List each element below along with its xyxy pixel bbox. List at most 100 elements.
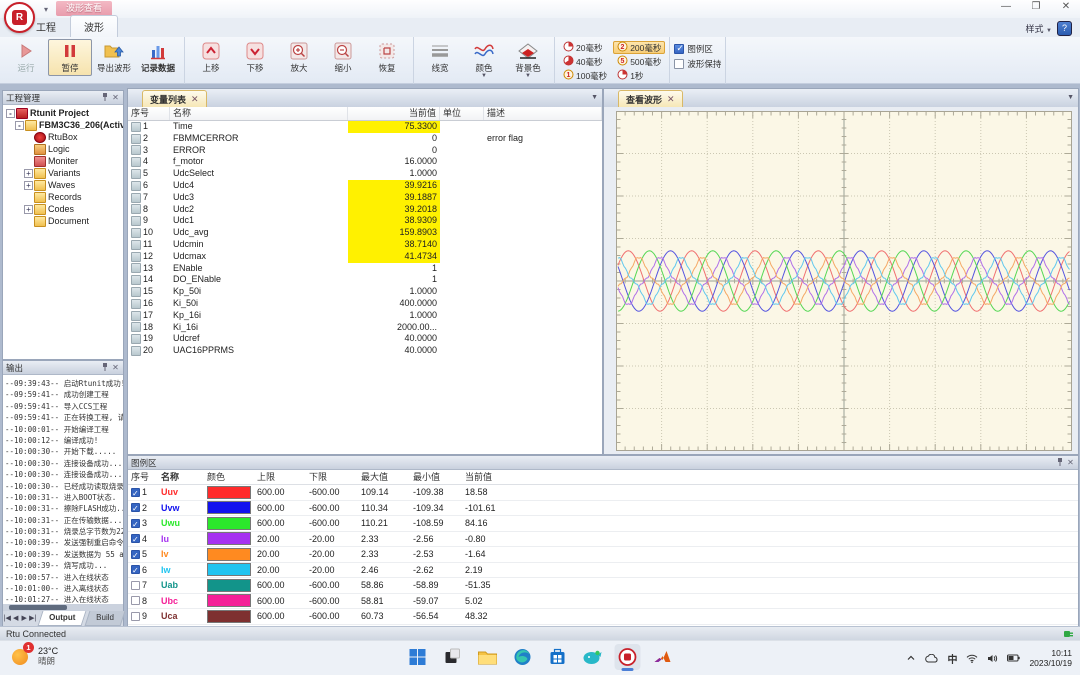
legend-row-Uuv[interactable]: 1Uuv600.00-600.00109.14-109.3818.58: [128, 485, 1078, 501]
time-button-1秒[interactable]: 1秒: [613, 69, 665, 82]
output-log[interactable]: --09:39:43-- 启动Rtunit成功!--09:59:41-- 成功创…: [3, 375, 123, 604]
column-header-最小值[interactable]: 最小值: [410, 470, 462, 484]
table-row[interactable]: 1Time75.3300: [128, 121, 602, 133]
legend-checkbox-icon[interactable]: [131, 534, 140, 543]
table-row[interactable]: 14DO_ENable1: [128, 274, 602, 286]
output-hscrollbar[interactable]: [3, 604, 123, 611]
taskbar-icon-matlab[interactable]: [650, 644, 676, 670]
checkbox-icon[interactable]: [674, 44, 684, 54]
tree-item-FBM3C36-206-Active-Proj[interactable]: -FBM3C36_206(Active Proj: [3, 119, 123, 131]
ribbon-button-线宽[interactable]: 线宽: [418, 39, 462, 76]
close-panel-icon[interactable]: ✕: [111, 93, 120, 102]
ribbon-button-颜色[interactable]: 颜色▼: [462, 39, 506, 80]
legend-checkbox-icon[interactable]: [131, 596, 140, 605]
output-tab-Output[interactable]: Output: [38, 611, 87, 626]
legend-checkbox-icon[interactable]: [131, 519, 140, 528]
quick-access-dropdown-icon[interactable]: ▾: [44, 5, 48, 14]
tree-expander-icon[interactable]: +: [24, 169, 33, 178]
column-header-上限[interactable]: 上限: [254, 470, 306, 484]
legend-row-Uwu[interactable]: 3Uwu600.00-600.00110.21-108.5984.16: [128, 516, 1078, 532]
column-header-最大值[interactable]: 最大值: [358, 470, 410, 484]
taskbar-icon-explorer[interactable]: [475, 644, 501, 670]
column-header-描述[interactable]: 描述: [484, 107, 602, 120]
tab-view-waveform[interactable]: 查看波形✕: [618, 90, 683, 107]
table-row[interactable]: 11Udcmin38.7140: [128, 239, 602, 251]
column-header-颜色[interactable]: 颜色: [204, 470, 254, 484]
table-row[interactable]: 15Kp_50i1.0000: [128, 286, 602, 298]
taskbar-icon-whale[interactable]: [580, 644, 606, 670]
waveform-plot[interactable]: [616, 111, 1072, 451]
legend-checkbox-icon[interactable]: [131, 581, 140, 590]
close-panel-icon[interactable]: ✕: [111, 363, 120, 372]
log-nav-button[interactable]: ▶: [20, 611, 29, 626]
legend-checkbox-icon[interactable]: [131, 565, 140, 574]
taskbar-icon-edge[interactable]: [510, 644, 536, 670]
volume-icon[interactable]: [987, 654, 998, 663]
app-logo-icon[interactable]: R: [4, 2, 35, 33]
tree-item-Logic[interactable]: Logic: [3, 143, 123, 155]
time-button-20毫秒[interactable]: 20毫秒: [559, 41, 611, 54]
ribbon-button-下移[interactable]: 下移: [233, 39, 277, 76]
table-row[interactable]: 9Udc138.9309: [128, 215, 602, 227]
column-header-名称[interactable]: 名称: [158, 470, 204, 484]
close-tab-icon[interactable]: ✕: [667, 94, 675, 105]
table-row[interactable]: 5UdcSelect1.0000: [128, 168, 602, 180]
taskbar-icon-start[interactable]: [405, 644, 431, 670]
ribbon-button-背景色[interactable]: 背景色▼: [506, 39, 550, 80]
column-header-当前值[interactable]: 当前值: [462, 470, 514, 484]
table-row[interactable]: 16Ki_50i400.0000: [128, 298, 602, 310]
tree-item-Document[interactable]: Document: [3, 215, 123, 227]
tree-item-Waves[interactable]: +Waves: [3, 179, 123, 191]
column-header-序号[interactable]: 序号: [128, 107, 170, 120]
style-dropdown[interactable]: 样式 ▼: [1026, 22, 1052, 35]
column-header-名称[interactable]: 名称: [170, 107, 348, 120]
tab-list-dropdown-icon[interactable]: ▼: [1067, 94, 1074, 101]
taskbar-icon-store[interactable]: [545, 644, 571, 670]
log-nav-button[interactable]: |◀: [3, 611, 12, 626]
close-button[interactable]: ✕: [1058, 1, 1074, 12]
ribbon-tab-波形[interactable]: 波形: [70, 15, 118, 37]
tree-item-RtuBox[interactable]: RtuBox: [3, 131, 123, 143]
column-header-当前值[interactable]: 当前值: [348, 107, 440, 120]
table-row[interactable]: 20UAC16PPRMS40.0000: [128, 345, 602, 357]
table-row[interactable]: 19Udcref40.0000: [128, 333, 602, 345]
table-row[interactable]: 3ERROR0: [128, 145, 602, 157]
ime-indicator[interactable]: 中: [947, 651, 957, 666]
pin-icon[interactable]: [100, 93, 109, 102]
table-row[interactable]: 4f_motor16.0000: [128, 156, 602, 168]
ribbon-button-导出波形[interactable]: 导出波形: [92, 39, 136, 76]
legend-row-Uvw[interactable]: 2Uvw600.00-600.00110.34-109.34-101.61: [128, 501, 1078, 517]
column-header-下限[interactable]: 下限: [306, 470, 358, 484]
pin-icon[interactable]: [1055, 458, 1064, 467]
tree-expander-icon[interactable]: +: [24, 181, 33, 190]
time-button-100毫秒[interactable]: 1100毫秒: [559, 69, 611, 82]
tree-item-Variants[interactable]: +Variants: [3, 167, 123, 179]
onedrive-cloud-icon[interactable]: [925, 654, 938, 663]
close-panel-icon[interactable]: ✕: [1066, 458, 1075, 467]
ribbon-button-暂停[interactable]: 暂停: [48, 39, 92, 76]
legend-row-Iw[interactable]: 6Iw20.00-20.002.46-2.622.19: [128, 563, 1078, 579]
legend-row-Ubc[interactable]: 8Ubc600.00-600.0058.81-59.075.02: [128, 594, 1078, 610]
battery-icon[interactable]: [1007, 654, 1020, 662]
table-row[interactable]: 13ENable1: [128, 263, 602, 275]
column-header-单位[interactable]: 单位: [440, 107, 484, 120]
view-option-波形保持[interactable]: 波形保持: [674, 57, 721, 70]
time-button-200毫秒[interactable]: 2200毫秒: [613, 41, 665, 54]
tree-expander-icon[interactable]: -: [15, 121, 24, 130]
help-icon[interactable]: ?: [1057, 21, 1072, 36]
maximize-button[interactable]: ❐: [1028, 1, 1044, 12]
tab-list-dropdown-icon[interactable]: ▼: [591, 94, 598, 101]
table-row[interactable]: 7Udc339.1887: [128, 192, 602, 204]
table-row[interactable]: 18Ki_16i2000.00...: [128, 322, 602, 334]
taskbar-weather[interactable]: 1 23°C 晴朗: [10, 645, 58, 667]
ribbon-button-上移[interactable]: 上移: [189, 39, 233, 76]
legend-checkbox-icon[interactable]: [131, 503, 140, 512]
legend-row-Iu[interactable]: 4Iu20.00-20.002.33-2.56-0.80: [128, 532, 1078, 548]
tree-item-Rtunit-Project[interactable]: -Rtunit Project: [3, 107, 123, 119]
time-button-500毫秒[interactable]: 5500毫秒: [613, 55, 665, 68]
tree-item-Records[interactable]: Records: [3, 191, 123, 203]
view-option-图例区[interactable]: 图例区: [674, 42, 721, 55]
time-button-40毫秒[interactable]: 40毫秒: [559, 55, 611, 68]
taskbar-icon-rtu[interactable]: [615, 644, 641, 670]
minimize-button[interactable]: —: [998, 1, 1014, 12]
